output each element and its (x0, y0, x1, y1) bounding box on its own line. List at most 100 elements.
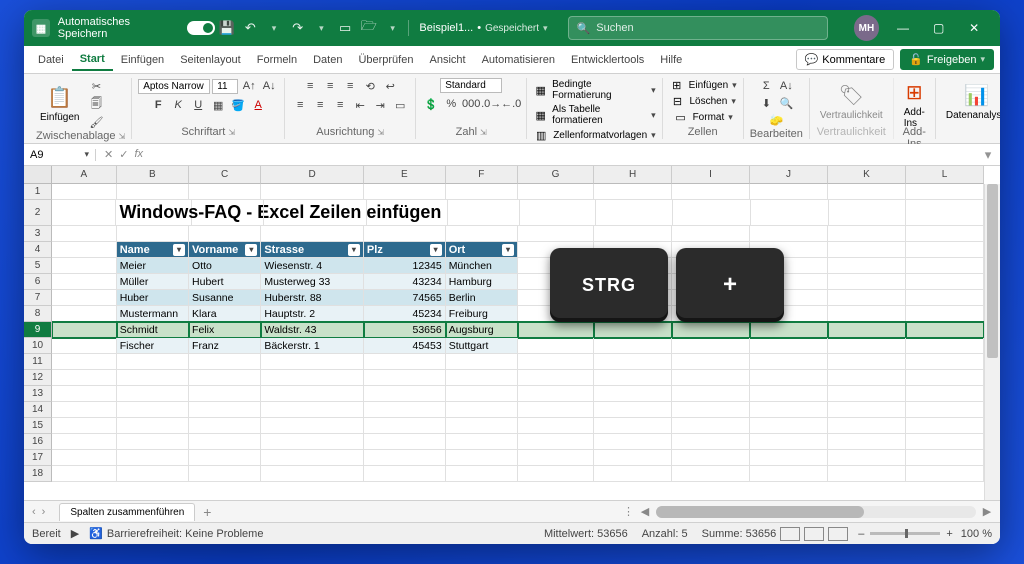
filter-dropdown-icon[interactable]: ▾ (245, 244, 257, 256)
cell[interactable] (117, 184, 189, 200)
fill-color-icon[interactable]: 🪣 (229, 97, 247, 113)
normal-view-icon[interactable] (780, 527, 800, 541)
cell[interactable] (750, 402, 828, 418)
fill-icon[interactable]: ⬇ (757, 95, 775, 111)
cell[interactable] (594, 226, 672, 242)
row-header[interactable]: 6 (24, 274, 52, 290)
row-header[interactable]: 3 (24, 226, 52, 242)
row-header[interactable]: 16 (24, 434, 52, 450)
cell[interactable]: Augsburg (446, 322, 518, 338)
addins-button[interactable]: ⊞Add-Ins (900, 78, 929, 131)
cell[interactable] (189, 370, 261, 386)
cell[interactable] (364, 354, 446, 370)
cell[interactable] (364, 466, 446, 482)
cell[interactable] (446, 418, 518, 434)
cell[interactable] (518, 226, 594, 242)
align-left-icon[interactable]: ≡ (291, 97, 309, 113)
cell[interactable] (672, 466, 750, 482)
cell[interactable] (906, 370, 984, 386)
cell[interactable] (594, 386, 672, 402)
cell[interactable] (750, 322, 828, 338)
zoom-in-icon[interactable]: + (946, 528, 952, 540)
cell[interactable] (189, 450, 261, 466)
cell[interactable] (364, 226, 446, 242)
cell[interactable] (672, 450, 750, 466)
row-header[interactable]: 9 (24, 322, 52, 338)
search-input[interactable]: 🔍 (568, 16, 828, 40)
cell[interactable] (264, 200, 366, 226)
inc-decimal-icon[interactable]: .0→ (482, 96, 500, 112)
cell[interactable] (52, 258, 117, 274)
cell[interactable]: Windows-FAQ - Excel Zeilen einfügen (116, 200, 192, 226)
number-format-select[interactable]: Standard (440, 78, 502, 93)
column-header[interactable]: B (117, 166, 189, 184)
cell[interactable]: Mustermann (117, 306, 189, 322)
cell[interactable] (906, 290, 984, 306)
cell[interactable] (52, 418, 117, 434)
cell[interactable] (672, 418, 750, 434)
column-header[interactable]: F (446, 166, 518, 184)
cell[interactable]: Huber (117, 290, 189, 306)
user-avatar[interactable]: MH (854, 15, 880, 41)
cell[interactable] (828, 466, 906, 482)
column-header[interactable]: A (52, 166, 117, 184)
cell[interactable] (189, 418, 261, 434)
cell[interactable]: 53656 (364, 322, 446, 338)
cell[interactable] (189, 354, 261, 370)
cell[interactable] (672, 226, 750, 242)
cell[interactable]: Otto (189, 258, 261, 274)
cell[interactable]: Huberstr. 88 (261, 290, 364, 306)
cell[interactable] (594, 354, 672, 370)
save-icon[interactable]: 💾 (215, 16, 239, 40)
cell[interactable] (446, 466, 518, 482)
vertical-scrollbar[interactable] (984, 184, 1000, 500)
cell[interactable] (750, 226, 828, 242)
dialog-launcher-icon[interactable]: ⇲ (119, 132, 126, 141)
filename[interactable]: Beispiel1... • Gespeichert ▾ (419, 22, 547, 34)
next-sheet-icon[interactable]: › (42, 506, 46, 518)
cell[interactable] (117, 226, 189, 242)
cell[interactable] (518, 370, 594, 386)
tab-einfügen[interactable]: Einfügen (113, 50, 172, 70)
sheet-tab[interactable]: Spalten zusammenführen (59, 503, 195, 521)
cell[interactable] (828, 274, 906, 290)
cell[interactable] (906, 184, 984, 200)
autosum-icon[interactable]: Σ (757, 78, 775, 94)
autosave-toggle[interactable]: Automatisches Speichern (58, 16, 215, 40)
filter-dropdown-icon[interactable]: ▾ (348, 244, 360, 256)
toggle-pill-icon[interactable] (187, 21, 215, 35)
cell[interactable] (261, 226, 364, 242)
cell[interactable] (672, 402, 750, 418)
indent-right-icon[interactable]: ⇥ (371, 97, 389, 113)
indent-left-icon[interactable]: ⇤ (351, 97, 369, 113)
cell[interactable] (750, 466, 828, 482)
cell[interactable] (906, 274, 984, 290)
cell[interactable]: Musterweg 33 (261, 274, 364, 290)
cell[interactable] (906, 338, 984, 354)
cell[interactable]: Freiburg (446, 306, 518, 322)
cell[interactable] (189, 466, 261, 482)
row-header[interactable]: 1 (24, 184, 52, 200)
find-icon[interactable]: 🔍 (777, 95, 795, 111)
cell[interactable] (906, 200, 984, 226)
cell[interactable] (364, 370, 446, 386)
cell[interactable] (828, 226, 906, 242)
cell[interactable] (594, 466, 672, 482)
cell[interactable] (594, 402, 672, 418)
row-header[interactable]: 7 (24, 290, 52, 306)
font-color-icon[interactable]: A (249, 97, 267, 113)
row-header[interactable]: 18 (24, 466, 52, 482)
cell[interactable] (906, 386, 984, 402)
currency-icon[interactable]: 💲 (422, 96, 440, 112)
cell[interactable]: 12345 (364, 258, 446, 274)
cell[interactable] (906, 322, 984, 338)
cell[interactable] (117, 402, 189, 418)
cell[interactable] (52, 466, 117, 482)
cell[interactable] (673, 200, 751, 226)
tab-start[interactable]: Start (72, 49, 113, 71)
cell[interactable] (594, 418, 672, 434)
tab-automatisieren[interactable]: Automatisieren (474, 50, 563, 70)
cell[interactable]: München (446, 258, 518, 274)
cell[interactable] (518, 402, 594, 418)
insert-cells-button[interactable]: ⊞Einfügen▾ (669, 78, 737, 93)
